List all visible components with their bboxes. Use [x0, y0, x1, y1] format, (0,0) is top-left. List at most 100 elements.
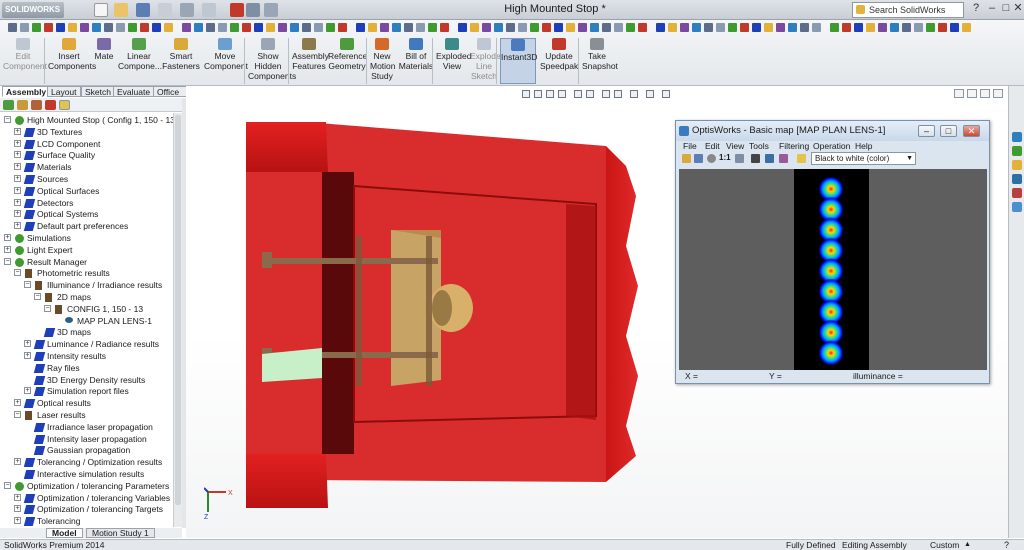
optis-tool-icon[interactable] — [356, 23, 365, 32]
expand-icon[interactable]: + — [14, 222, 21, 230]
solidworks-logo[interactable]: SOLIDWORKS — [2, 2, 64, 18]
optis-minimize-button[interactable]: – — [918, 125, 935, 137]
tree-item[interactable]: + Default part preferences — [0, 220, 172, 232]
zoom-icon[interactable] — [707, 154, 716, 163]
optis-tool-icon[interactable] — [530, 23, 539, 32]
tree-item[interactable]: + Intensity results — [0, 350, 172, 362]
optis-tool-icon[interactable] — [290, 23, 299, 32]
help-status-icon[interactable]: ? — [1004, 540, 1009, 550]
tab-sketch[interactable]: Sketch — [81, 86, 115, 97]
tab-layout[interactable]: Layout — [47, 86, 81, 97]
tree-item[interactable]: + Optical Surfaces — [0, 185, 172, 197]
status-units[interactable]: Custom — [930, 540, 959, 550]
optis-tool-icon[interactable] — [866, 23, 875, 32]
optis-tool-icon[interactable] — [8, 23, 17, 32]
expand-icon[interactable]: + — [24, 387, 31, 395]
optis-tool-icon[interactable] — [206, 23, 215, 32]
open-map-icon[interactable] — [682, 154, 691, 163]
view-orientation-icon[interactable] — [574, 90, 582, 98]
optis-tool-icon[interactable] — [614, 23, 623, 32]
optis-tool-icon[interactable] — [32, 23, 41, 32]
tree-scrollbar[interactable] — [173, 113, 182, 527]
optis-tool-icon[interactable] — [740, 23, 749, 32]
mate-button[interactable]: Mate — [92, 38, 116, 84]
expand-icon[interactable]: + — [24, 340, 31, 348]
optis-tool-icon[interactable] — [218, 23, 227, 32]
optis-tool-icon[interactable] — [326, 23, 335, 32]
export-icon[interactable] — [765, 154, 774, 163]
collapse-icon[interactable]: − — [14, 269, 21, 277]
options-icon[interactable] — [264, 3, 278, 17]
copy-icon[interactable] — [751, 154, 760, 163]
tree-item[interactable]: Ray files — [0, 362, 172, 374]
optis-tool-icon[interactable] — [368, 23, 377, 32]
tree-item[interactable]: + Tolerancing / Optimization results — [0, 456, 172, 468]
optis-tool-icon[interactable] — [656, 23, 665, 32]
scrollbar-thumb[interactable] — [175, 115, 181, 505]
optis-tool-icon[interactable] — [704, 23, 713, 32]
optis-tool-icon[interactable] — [602, 23, 611, 32]
move-component-button[interactable]: Move Component — [204, 38, 248, 84]
assembly-features-button[interactable]: Assembly Features — [292, 38, 329, 84]
optis-tool-icon[interactable] — [542, 23, 551, 32]
tree-item[interactable]: + Simulations — [0, 232, 172, 244]
display-pane-icon[interactable] — [662, 90, 670, 98]
optis-close-button[interactable]: ✕ — [963, 125, 980, 137]
optis-tool-icon[interactable] — [506, 23, 515, 32]
expand-icon[interactable]: + — [14, 186, 21, 194]
optis-tool-icon[interactable] — [128, 23, 137, 32]
file-explorer-icon[interactable] — [1012, 160, 1022, 170]
section-view-icon[interactable] — [558, 90, 566, 98]
optis-tool-icon[interactable] — [266, 23, 275, 32]
optis-tool-icon[interactable] — [926, 23, 935, 32]
collapse-icon[interactable]: − — [4, 481, 11, 489]
optis-tool-icon[interactable] — [842, 23, 851, 32]
optis-tool-icon[interactable] — [764, 23, 773, 32]
select-icon[interactable] — [202, 3, 216, 17]
new-document-icon[interactable] — [94, 3, 108, 17]
apply-scene-icon[interactable] — [630, 90, 638, 98]
file-properties-icon[interactable] — [246, 3, 260, 17]
optisworks-tree-icon[interactable] — [59, 100, 70, 110]
tree-item[interactable]: + Detectors — [0, 197, 172, 209]
optis-tool-icon[interactable] — [116, 23, 125, 32]
tree-item[interactable]: − High Mounted Stop ( Config 1, 150 - 13 … — [0, 114, 173, 126]
resources-icon[interactable] — [1012, 132, 1022, 142]
units-chevron-icon[interactable]: ▲ — [964, 540, 971, 550]
tree-item[interactable]: + Surface Quality — [0, 149, 172, 161]
optis-tool-icon[interactable] — [752, 23, 761, 32]
tree-item[interactable]: + Optimization / tolerancing Variables — [0, 492, 172, 504]
viewport-close-icon[interactable] — [993, 89, 1003, 98]
tree-item[interactable]: − CONFIG 1, 150 - 13 — [0, 303, 172, 315]
insert-components-button[interactable]: Insert Components — [48, 38, 96, 84]
instant3d-button[interactable]: Instant3D — [500, 38, 537, 84]
grid-icon[interactable] — [735, 154, 744, 163]
take-snapshot-button[interactable]: Take Snapshot — [582, 38, 618, 84]
optis-tool-icon[interactable] — [254, 23, 263, 32]
feature-tree-icon[interactable] — [3, 100, 14, 110]
optis-tool-icon[interactable] — [590, 23, 599, 32]
optis-tool-icon[interactable] — [230, 23, 239, 32]
menu-filtering[interactable]: Filtering — [779, 141, 809, 152]
view-palette-icon[interactable] — [1012, 188, 1022, 198]
tree-item[interactable]: + Optical Systems — [0, 208, 172, 220]
tab-evaluate[interactable]: Evaluate — [113, 86, 155, 97]
edit-component-button[interactable]: Edit Component — [3, 38, 47, 84]
new-motion-study-button[interactable]: New Motion Study — [370, 38, 396, 84]
menu-operation[interactable]: Operation — [813, 141, 850, 152]
menu-file[interactable]: File — [683, 141, 697, 152]
expand-icon[interactable]: + — [14, 517, 21, 525]
optis-tool-icon[interactable] — [380, 23, 389, 32]
collapse-icon[interactable]: − — [44, 304, 51, 312]
help-dropdown-icon[interactable]: ? — [968, 2, 984, 16]
expand-icon[interactable]: + — [14, 458, 21, 466]
menu-view[interactable]: View — [726, 141, 744, 152]
optis-tool-icon[interactable] — [716, 23, 725, 32]
expand-icon[interactable]: + — [24, 352, 31, 359]
expand-icon[interactable]: + — [14, 163, 21, 171]
optis-tool-icon[interactable] — [938, 23, 947, 32]
explode-line-sketch-button[interactable]: Explode Line Sketch — [470, 38, 501, 84]
optis-tool-icon[interactable] — [638, 23, 647, 32]
optis-tool-icon[interactable] — [950, 23, 959, 32]
expand-icon[interactable]: + — [14, 493, 21, 501]
